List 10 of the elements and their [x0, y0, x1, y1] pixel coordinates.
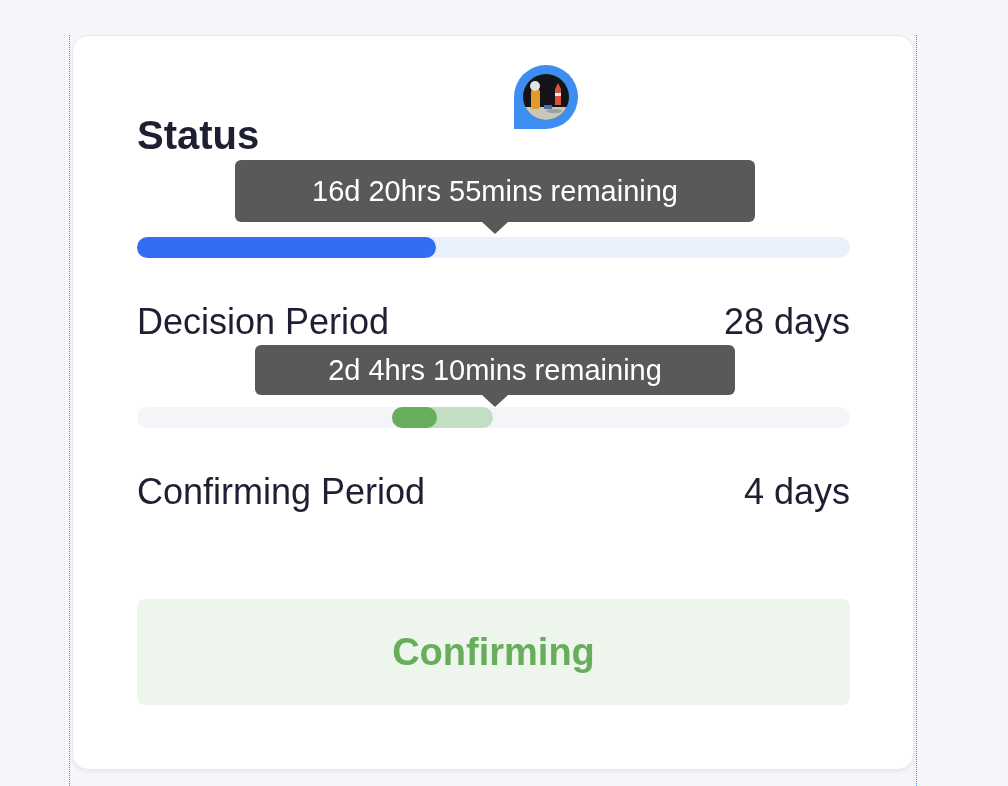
tooltip: 2d 4hrs 10mins remaining	[255, 345, 735, 395]
card-title: Status	[137, 112, 261, 159]
confirming-button[interactable]: Confirming	[137, 599, 850, 705]
tooltip-arrow	[482, 222, 508, 234]
period-duration: 4 days	[743, 470, 850, 514]
period-label: Decision Period	[137, 300, 390, 344]
tooltip: 16d 20hrs 55mins remaining	[235, 160, 755, 222]
tooltip-arrow	[482, 395, 508, 407]
period-duration: 28 days	[723, 300, 850, 344]
period-label: Confirming Period	[137, 470, 426, 514]
